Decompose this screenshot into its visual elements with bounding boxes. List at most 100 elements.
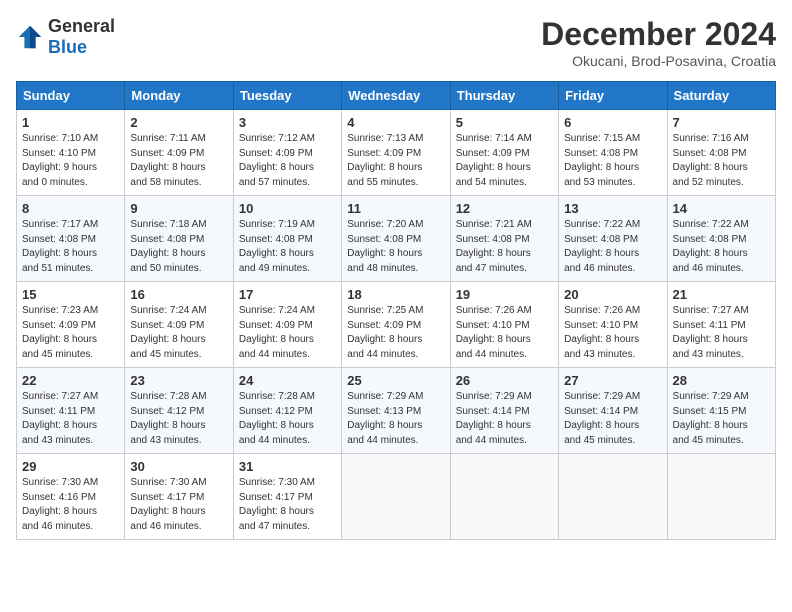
day-number: 6 (564, 115, 661, 130)
calendar-cell: 1Sunrise: 7:10 AMSunset: 4:10 PMDaylight… (17, 110, 125, 196)
day-number: 7 (673, 115, 770, 130)
day-info: Sunrise: 7:17 AMSunset: 4:08 PMDaylight:… (22, 218, 119, 276)
page-header: General Blue December 2024 Okucani, Brod… (16, 16, 776, 69)
day-number: 24 (239, 373, 336, 388)
day-number: 22 (22, 373, 119, 388)
calendar-week-5: 29Sunrise: 7:30 AMSunset: 4:16 PMDayligh… (17, 454, 776, 540)
day-number: 20 (564, 287, 661, 302)
day-number: 27 (564, 373, 661, 388)
day-number: 13 (564, 201, 661, 216)
calendar-cell: 12Sunrise: 7:21 AMSunset: 4:08 PMDayligh… (450, 196, 558, 282)
day-number: 23 (130, 373, 227, 388)
logo-icon (16, 23, 44, 51)
day-info: Sunrise: 7:26 AMSunset: 4:10 PMDaylight:… (456, 304, 553, 362)
calendar-cell: 5 Sunrise: 7:14 AMSunset: 4:09 PMDaylight… (450, 110, 558, 196)
day-number: 14 (673, 201, 770, 216)
logo: General Blue (16, 16, 115, 58)
day-info: Sunrise: 7:26 AMSunset: 4:10 PMDaylight:… (564, 304, 661, 362)
day-info: Sunrise: 7:29 AMSunset: 4:14 PMDaylight:… (456, 390, 553, 448)
day-info: Sunrise: 7:27 AMSunset: 4:11 PMDaylight:… (673, 304, 770, 362)
day-info: Sunrise: 7:24 AMSunset: 4:09 PMDaylight:… (239, 304, 336, 362)
calendar-cell: 14 Sunrise: 7:22 AMSunset: 4:08 PMDayligh… (667, 196, 775, 282)
weekday-header-tuesday: Tuesday (233, 82, 341, 110)
day-number: 10 (239, 201, 336, 216)
day-info: Sunrise: 7:19 AMSunset: 4:08 PMDaylight:… (239, 218, 336, 276)
calendar-table: SundayMondayTuesdayWednesdayThursdayFrid… (16, 81, 776, 540)
calendar-cell: 18 Sunrise: 7:25 AMSunset: 4:09 PMDayligh… (342, 282, 450, 368)
day-info: Sunrise: 7:22 AMSunset: 4:08 PMDaylight:… (673, 218, 770, 276)
weekday-header-monday: Monday (125, 82, 233, 110)
day-info: Sunrise: 7:28 AMSunset: 4:12 PMDaylight:… (130, 390, 227, 448)
calendar-cell: 2 Sunrise: 7:11 AMSunset: 4:09 PMDaylight… (125, 110, 233, 196)
calendar-cell: 16 Sunrise: 7:24 AMSunset: 4:09 PMDayligh… (125, 282, 233, 368)
day-info: Sunrise: 7:22 AMSunset: 4:08 PMDaylight:… (564, 218, 661, 276)
calendar-cell (342, 454, 450, 540)
calendar-cell: 15 Sunrise: 7:23 AMSunset: 4:09 PMDayligh… (17, 282, 125, 368)
calendar-cell: 13 Sunrise: 7:22 AMSunset: 4:08 PMDayligh… (559, 196, 667, 282)
calendar-cell: 11 Sunrise: 7:20 AMSunset: 4:08 PMDayligh… (342, 196, 450, 282)
weekday-header-wednesday: Wednesday (342, 82, 450, 110)
day-number: 8 (22, 201, 119, 216)
day-info: Sunrise: 7:12 AMSunset: 4:09 PMDaylight:… (239, 132, 336, 190)
day-number: 5 (456, 115, 553, 130)
day-number: 15 (22, 287, 119, 302)
calendar-cell (667, 454, 775, 540)
day-number: 2 (130, 115, 227, 130)
weekday-header-friday: Friday (559, 82, 667, 110)
calendar-cell: 22 Sunrise: 7:27 AMSunset: 4:11 PMDayligh… (17, 368, 125, 454)
calendar-cell: 6 Sunrise: 7:15 AMSunset: 4:08 PMDaylight… (559, 110, 667, 196)
day-number: 12 (456, 201, 553, 216)
calendar-cell: 19 Sunrise: 7:26 AMSunset: 4:10 PMDayligh… (450, 282, 558, 368)
location-subtitle: Okucani, Brod-Posavina, Croatia (541, 53, 776, 69)
calendar-cell: 7 Sunrise: 7:16 AMSunset: 4:08 PMDaylight… (667, 110, 775, 196)
day-info: Sunrise: 7:28 AMSunset: 4:12 PMDaylight:… (239, 390, 336, 448)
day-info: Sunrise: 7:25 AMSunset: 4:09 PMDaylight:… (347, 304, 444, 362)
calendar-cell: 27 Sunrise: 7:29 AMSunset: 4:14 PMDayligh… (559, 368, 667, 454)
calendar-cell: 10 Sunrise: 7:19 AMSunset: 4:08 PMDayligh… (233, 196, 341, 282)
calendar-cell (559, 454, 667, 540)
day-number: 18 (347, 287, 444, 302)
calendar-cell: 31 Sunrise: 7:30 AMSunset: 4:17 PMDayligh… (233, 454, 341, 540)
calendar-cell: 23 Sunrise: 7:28 AMSunset: 4:12 PMDayligh… (125, 368, 233, 454)
day-info: Sunrise: 7:16 AMSunset: 4:08 PMDaylight:… (673, 132, 770, 190)
day-info: Sunrise: 7:27 AMSunset: 4:11 PMDaylight:… (22, 390, 119, 448)
day-number: 26 (456, 373, 553, 388)
calendar-cell (450, 454, 558, 540)
day-number: 16 (130, 287, 227, 302)
calendar-cell: 3Sunrise: 7:12 AMSunset: 4:09 PMDaylight… (233, 110, 341, 196)
day-number: 31 (239, 459, 336, 474)
day-number: 4 (347, 115, 444, 130)
calendar-cell: 9Sunrise: 7:18 AMSunset: 4:08 PMDaylight… (125, 196, 233, 282)
day-info: Sunrise: 7:18 AMSunset: 4:08 PMDaylight:… (130, 218, 227, 276)
day-info: Sunrise: 7:11 AMSunset: 4:09 PMDaylight:… (130, 132, 227, 190)
day-number: 11 (347, 201, 444, 216)
month-title: December 2024 (541, 16, 776, 53)
weekday-header-sunday: Sunday (17, 82, 125, 110)
day-info: Sunrise: 7:24 AMSunset: 4:09 PMDaylight:… (130, 304, 227, 362)
day-info: Sunrise: 7:23 AMSunset: 4:09 PMDaylight:… (22, 304, 119, 362)
calendar-cell: 30 Sunrise: 7:30 AMSunset: 4:17 PMDayligh… (125, 454, 233, 540)
day-info: Sunrise: 7:14 AMSunset: 4:09 PMDaylight:… (456, 132, 553, 190)
day-number: 25 (347, 373, 444, 388)
day-info: Sunrise: 7:29 AMSunset: 4:14 PMDaylight:… (564, 390, 661, 448)
day-info: Sunrise: 7:10 AMSunset: 4:10 PMDaylight:… (22, 132, 119, 190)
title-block: December 2024 Okucani, Brod-Posavina, Cr… (541, 16, 776, 69)
day-info: Sunrise: 7:29 AMSunset: 4:15 PMDaylight:… (673, 390, 770, 448)
calendar-week-1: 1Sunrise: 7:10 AMSunset: 4:10 PMDaylight… (17, 110, 776, 196)
calendar-week-3: 15 Sunrise: 7:23 AMSunset: 4:09 PMDayligh… (17, 282, 776, 368)
day-info: Sunrise: 7:30 AMSunset: 4:17 PMDaylight:… (130, 476, 227, 534)
calendar-cell: 25Sunrise: 7:29 AMSunset: 4:13 PMDayligh… (342, 368, 450, 454)
calendar-cell: 4Sunrise: 7:13 AMSunset: 4:09 PMDaylight… (342, 110, 450, 196)
calendar-cell: 28Sunrise: 7:29 AMSunset: 4:15 PMDayligh… (667, 368, 775, 454)
calendar-week-2: 8 Sunrise: 7:17 AMSunset: 4:08 PMDaylight… (17, 196, 776, 282)
day-number: 30 (130, 459, 227, 474)
logo-general-text: General (48, 16, 115, 36)
day-number: 19 (456, 287, 553, 302)
day-info: Sunrise: 7:30 AMSunset: 4:17 PMDaylight:… (239, 476, 336, 534)
logo-blue-text: Blue (48, 37, 87, 57)
calendar-cell: 20 Sunrise: 7:26 AMSunset: 4:10 PMDayligh… (559, 282, 667, 368)
day-info: Sunrise: 7:15 AMSunset: 4:08 PMDaylight:… (564, 132, 661, 190)
calendar-week-4: 22 Sunrise: 7:27 AMSunset: 4:11 PMDayligh… (17, 368, 776, 454)
day-info: Sunrise: 7:20 AMSunset: 4:08 PMDaylight:… (347, 218, 444, 276)
day-number: 17 (239, 287, 336, 302)
